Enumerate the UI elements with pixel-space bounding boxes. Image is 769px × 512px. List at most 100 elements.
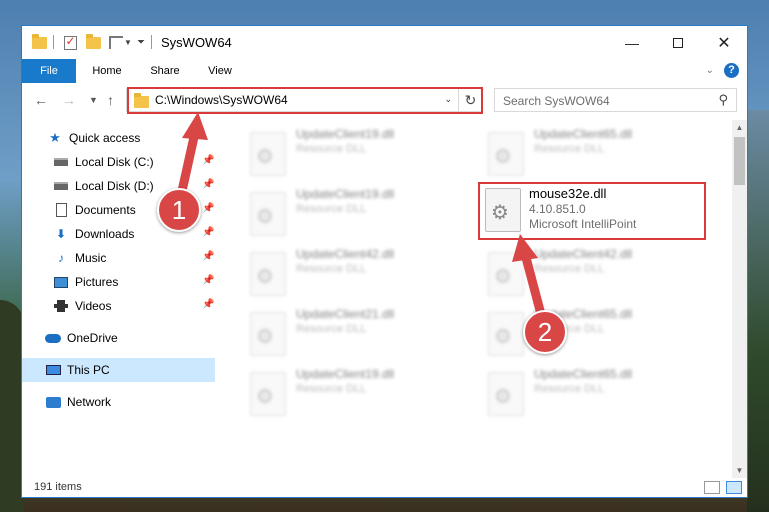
file-name: UpdateClient65.dll	[534, 127, 633, 141]
list-item[interactable]: UpdateClient21.dll Resource DLL	[242, 306, 470, 362]
music-icon: ♪	[58, 251, 64, 265]
back-arrow-icon[interactable]: ←	[34, 92, 48, 108]
sidebar-item-label: Documents	[75, 203, 136, 217]
chevron-down-icon[interactable]: ⌄	[444, 94, 452, 105]
sidebar-item-label: Music	[75, 251, 107, 265]
title-bar: ▼ ⏷ SysWOW64 — ✕	[22, 26, 747, 59]
file-name: UpdateClient19.dll	[296, 127, 395, 141]
undo-icon[interactable]	[108, 34, 124, 51]
pin-icon: 📌	[202, 227, 215, 238]
tab-file[interactable]: File	[22, 59, 76, 83]
file-name: UpdateClient19.dll	[296, 187, 395, 201]
dll-file-icon	[488, 132, 524, 176]
sidebar-item-label: Local Disk (C:)	[75, 155, 154, 169]
window-title: SysWOW64	[161, 35, 232, 50]
dll-file-icon	[250, 372, 286, 416]
chevron-down-icon[interactable]: ▼	[124, 34, 132, 51]
minimize-icon: —	[625, 34, 639, 51]
navigation-pane: ★ Quick access Local Disk (C:) 📌 Local D…	[22, 120, 215, 480]
scroll-up-icon[interactable]: ▲	[732, 120, 747, 135]
file-type: Resource DLL	[296, 263, 367, 275]
dll-file-icon	[485, 188, 521, 232]
list-item[interactable]: UpdateClient65.dllResource DLL	[480, 306, 708, 362]
drive-icon	[53, 179, 69, 193]
file-name: UpdateClient42.dll	[296, 247, 395, 261]
customize-toolbar-icon[interactable]: ⏷	[136, 34, 146, 51]
minimize-button[interactable]: —	[609, 26, 655, 59]
dll-file-icon	[488, 372, 524, 416]
file-description: Microsoft IntelliPoint	[529, 217, 637, 231]
forward-arrow-icon[interactable]: →	[62, 92, 76, 108]
highlighted-file-tile[interactable]: mouse32e.dll 4.10.851.0 Microsoft Intell…	[478, 182, 706, 240]
sidebar-item-label: Downloads	[75, 227, 135, 241]
address-bar[interactable]: C:\Windows\SysWOW64 ⌄ ↻	[126, 88, 483, 112]
ribbon-controls: ⌄ ?	[706, 63, 739, 78]
file-type: Resource DLL	[296, 203, 367, 215]
scroll-down-icon[interactable]: ▼	[732, 463, 747, 478]
sidebar-item-pictures[interactable]: Pictures 📌	[22, 271, 215, 293]
file-type: Resource DLL	[296, 383, 367, 395]
network-icon	[45, 395, 61, 409]
computer-icon	[45, 363, 61, 377]
file-type: Resource DLL	[534, 143, 605, 155]
tab-home[interactable]: Home	[82, 59, 132, 83]
refresh-icon[interactable]: ↻	[458, 89, 482, 111]
document-icon	[53, 203, 69, 217]
recent-locations-icon[interactable]: ▼	[89, 95, 98, 105]
up-arrow-icon[interactable]: ↑	[107, 92, 114, 108]
help-icon[interactable]: ?	[724, 63, 739, 78]
sidebar-item-music[interactable]: ♪ Music 📌	[22, 247, 215, 269]
pin-icon: 📌	[202, 251, 215, 262]
folder-icon	[31, 33, 47, 51]
star-icon: ★	[49, 130, 61, 145]
file-version: 4.10.851.0	[529, 202, 586, 216]
vertical-scrollbar[interactable]: ▲ ▼	[732, 120, 747, 478]
item-count: 191 items	[34, 481, 82, 493]
list-item[interactable]: UpdateClient42.dll Resource DLL	[480, 246, 708, 302]
sidebar-item-label: OneDrive	[67, 331, 118, 345]
list-item[interactable]: UpdateClient65.dllResource DLL	[480, 366, 708, 422]
search-icon[interactable]: ⚲	[718, 92, 728, 108]
maximize-button[interactable]	[655, 26, 701, 59]
pin-icon: 📌	[202, 275, 215, 286]
tab-share[interactable]: Share	[140, 59, 190, 83]
sidebar-item-quick-access[interactable]: ★ Quick access	[22, 127, 215, 149]
sidebar-item-onedrive[interactable]: OneDrive	[22, 327, 215, 349]
background-foliage-right	[747, 110, 769, 512]
new-folder-icon[interactable]	[85, 33, 101, 51]
sidebar-item-network[interactable]: Network	[22, 391, 215, 413]
file-name: UpdateClient19.dll	[296, 367, 395, 381]
sidebar-item-local-disk-c[interactable]: Local Disk (C:) 📌	[22, 151, 215, 173]
list-item[interactable]: UpdateClient19.dll Resource DLL	[242, 126, 470, 182]
properties-icon[interactable]	[62, 34, 78, 51]
close-button[interactable]: ✕	[701, 26, 747, 59]
ribbon-tabs: File Home Share View ⌄ ?	[22, 59, 747, 83]
expand-ribbon-icon[interactable]: ⌄	[706, 65, 714, 76]
scrollbar-thumb[interactable]	[734, 137, 745, 185]
tab-view[interactable]: View	[196, 59, 244, 83]
pictures-icon	[53, 275, 69, 289]
dll-file-icon	[250, 192, 286, 236]
close-icon: ✕	[717, 34, 731, 52]
search-input[interactable]: Search SysWOW64 ⚲	[494, 88, 737, 112]
tiles-view-icon[interactable]	[726, 481, 742, 494]
address-path[interactable]: C:\Windows\SysWOW64	[155, 93, 288, 107]
sidebar-item-videos[interactable]: Videos 📌	[22, 295, 215, 317]
sidebar-item-this-pc[interactable]: This PC	[22, 358, 215, 382]
pin-icon: 📌	[202, 203, 215, 214]
file-type: Resource DLL	[296, 323, 367, 335]
list-item[interactable]: UpdateClient65.dll Resource DLL	[480, 126, 708, 182]
list-item[interactable]: UpdateClient42.dll Resource DLL	[242, 246, 470, 302]
pin-icon: 📌	[202, 155, 215, 166]
toolbar-separator	[151, 35, 152, 49]
file-type: Resource DLL	[534, 263, 605, 275]
details-view-icon[interactable]	[704, 481, 720, 494]
sidebar-item-label: Network	[67, 395, 112, 409]
file-explorer-window: ▼ ⏷ SysWOW64 — ✕ File Home Share View ⌄ …	[21, 25, 748, 498]
dll-file-icon	[488, 312, 524, 356]
list-item[interactable]: UpdateClient19.dll Resource DLL	[242, 186, 470, 242]
pin-icon: 📌	[202, 299, 215, 310]
sidebar-item-label: Local Disk (D:)	[75, 179, 154, 193]
file-name: mouse32e.dll	[529, 186, 607, 201]
list-item[interactable]: UpdateClient19.dll Resource DLL	[242, 366, 470, 422]
